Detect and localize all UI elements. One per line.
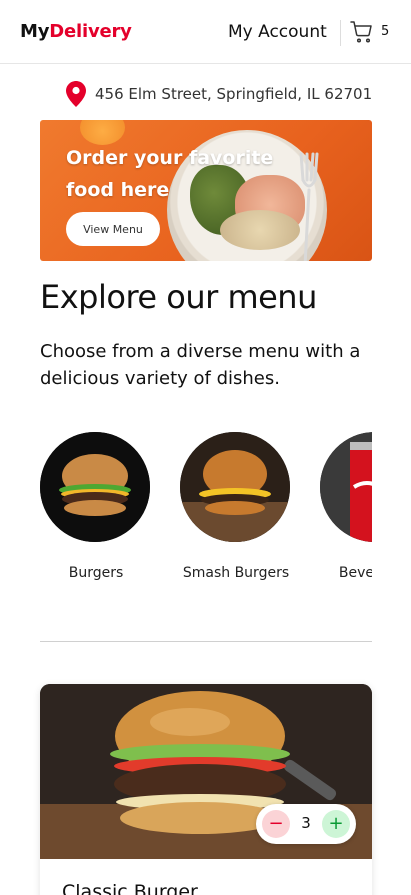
banner-side-image bbox=[220, 210, 300, 250]
cart-icon[interactable] bbox=[350, 20, 374, 44]
increase-quantity-button[interactable]: + bbox=[322, 810, 350, 838]
cart-count-badge: 5 bbox=[381, 24, 390, 39]
section-description: Choose from a diverse menu with a delici… bbox=[40, 341, 361, 389]
my-account-link[interactable]: My Account bbox=[228, 22, 327, 42]
beverages-image bbox=[320, 432, 372, 542]
delivery-address[interactable]: 456 Elm Street, Springfield, IL 62701 bbox=[66, 80, 372, 108]
address-text: 456 Elm Street, Springfield, IL 62701 bbox=[95, 85, 373, 103]
fork-icon bbox=[299, 152, 319, 261]
burgers-image bbox=[40, 432, 150, 542]
category-item-beverages[interactable]: Beverages bbox=[320, 432, 372, 581]
hero-banner: Order your favorite food here View Menu bbox=[40, 120, 372, 261]
category-label: Smash Burgers bbox=[182, 565, 290, 581]
quantity-value: 3 bbox=[301, 814, 311, 832]
category-label: Burgers bbox=[68, 565, 124, 581]
category-item-smash-burgers[interactable]: Smash Burgers bbox=[180, 432, 292, 581]
category-item-burgers[interactable]: Burgers bbox=[40, 432, 152, 581]
view-menu-button[interactable]: View Menu bbox=[66, 212, 160, 246]
page-title: Explore our menu bbox=[40, 278, 317, 316]
quantity-stepper[interactable]: − 3 + bbox=[256, 804, 356, 844]
header-divider bbox=[340, 20, 341, 46]
top-header: MyDelivery My Account 5 bbox=[0, 0, 411, 64]
brand-logo[interactable]: MyDelivery bbox=[20, 21, 132, 42]
brand-prefix: My bbox=[20, 21, 50, 42]
category-label: Beverages bbox=[338, 565, 372, 581]
product-card[interactable]: − 3 + Classic Burger bbox=[40, 684, 372, 895]
location-pin-icon bbox=[66, 81, 86, 107]
section-divider bbox=[40, 641, 372, 642]
smash-burgers-image bbox=[180, 432, 290, 542]
category-carousel[interactable]: Burgers Smash Burgers Beverages bbox=[40, 432, 372, 592]
brand-name: Delivery bbox=[49, 21, 132, 42]
banner-title: Order your favorite food here bbox=[66, 147, 274, 201]
product-name: Classic Burger bbox=[62, 881, 198, 895]
decrease-quantity-button[interactable]: − bbox=[262, 810, 290, 838]
